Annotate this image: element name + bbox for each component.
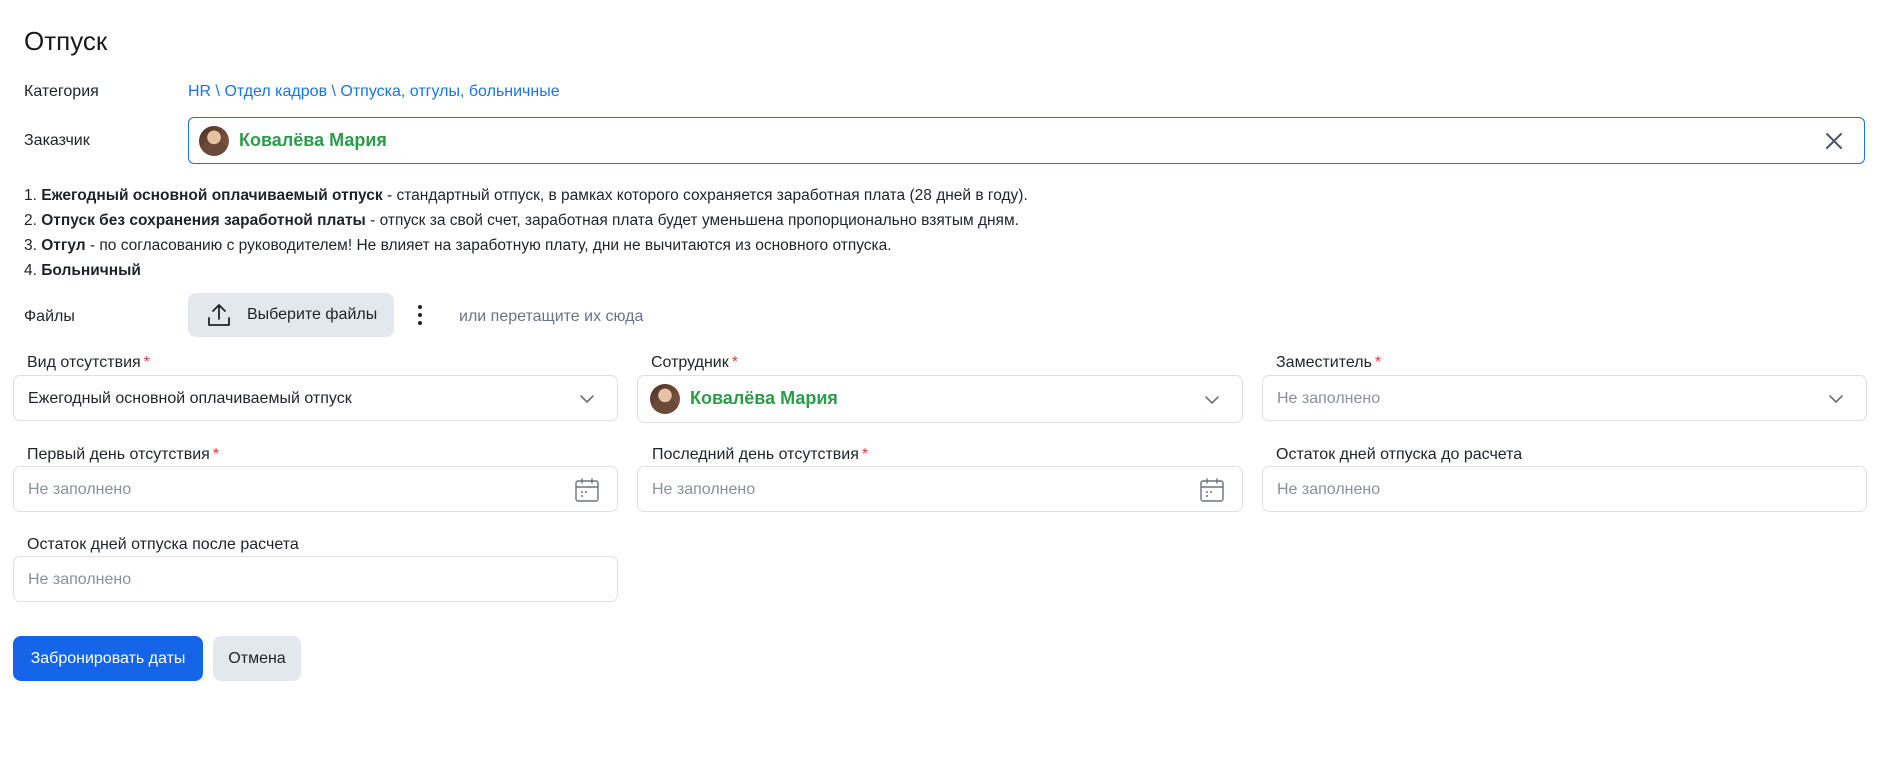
description-line: 3. Отгул - по согласованию с руководител… <box>24 237 892 254</box>
breadcrumb: HR \ Отдел кадров \ Отпуска, отгулы, бол… <box>188 83 560 101</box>
employee-label: Сотрудник * <box>651 354 738 371</box>
breadcrumb-separator: \ <box>327 83 341 100</box>
first-day-label: Первый день отсутствия * <box>27 446 220 463</box>
first-day-input[interactable]: Не заполнено <box>13 466 618 512</box>
chevron-down-icon <box>1829 395 1843 403</box>
balance-after-placeholder: Не заполнено <box>28 571 132 588</box>
balance-after-label: Остаток дней отпуска после расчета <box>27 536 299 553</box>
last-day-placeholder: Не заполнено <box>652 481 756 498</box>
customer-field[interactable]: Ковалёва Мария <box>188 117 1865 164</box>
leave-types-description: 1. Ежегодный основной оплачиваемый отпус… <box>24 183 1028 283</box>
files-label: Файлы <box>24 308 75 325</box>
avatar <box>650 384 680 414</box>
absence-type-value: Ежегодный основной оплачиваемый отпуск <box>28 390 352 407</box>
close-icon[interactable] <box>1822 129 1846 153</box>
book-dates-button[interactable]: Забронировать даты <box>13 636 203 681</box>
absence-type-label: Вид отсутствия * <box>27 354 150 371</box>
first-day-placeholder: Не заполнено <box>28 481 132 498</box>
breadcrumb-separator: \ <box>211 83 225 100</box>
deputy-select[interactable]: Не заполнено <box>1262 375 1867 421</box>
description-line: 1. Ежегодный основной оплачиваемый отпус… <box>24 187 1028 204</box>
more-vertical-icon[interactable] <box>410 302 430 328</box>
description-line: 2. Отпуск без сохранения заработной плат… <box>24 212 1019 229</box>
page-title: Отпуск <box>24 26 108 56</box>
deputy-placeholder: Не заполнено <box>1277 390 1381 407</box>
customer-name: Ковалёва Мария <box>239 130 387 150</box>
category-label: Категория <box>24 83 99 100</box>
balance-before-placeholder: Не заполнено <box>1277 481 1381 498</box>
breadcrumb-item-leave[interactable]: Отпуска, отгулы, больничные <box>340 83 559 100</box>
breadcrumb-item-hr-department[interactable]: Отдел кадров <box>224 83 327 100</box>
calendar-icon[interactable] <box>1199 477 1225 503</box>
absence-type-select[interactable]: Ежегодный основной оплачиваемый отпуск <box>13 375 618 421</box>
cancel-button[interactable]: Отмена <box>213 636 301 681</box>
employee-select[interactable]: Ковалёва Мария <box>637 375 1243 423</box>
deputy-label: Заместитель * <box>1276 354 1382 371</box>
drop-hint: или перетащите их сюда <box>459 308 644 325</box>
balance-after-input[interactable]: Не заполнено <box>13 556 618 602</box>
upload-icon <box>208 304 230 326</box>
calendar-icon[interactable] <box>574 477 600 503</box>
chevron-down-icon <box>1205 396 1219 404</box>
last-day-input[interactable]: Не заполнено <box>637 466 1243 512</box>
employee-name: Ковалёва Мария <box>690 388 838 408</box>
balance-before-input[interactable]: Не заполнено <box>1262 466 1867 512</box>
breadcrumb-item-hr[interactable]: HR <box>188 83 211 100</box>
customer-label: Заказчик <box>24 132 90 149</box>
last-day-label: Последний день отсутствия * <box>652 446 869 463</box>
choose-files-label: Выберите файлы <box>247 306 378 323</box>
chevron-down-icon <box>580 395 594 403</box>
avatar <box>199 126 229 156</box>
description-line: 4. Больничный <box>24 262 141 279</box>
balance-before-label: Остаток дней отпуска до расчета <box>1276 446 1523 463</box>
choose-files-button[interactable]: Выберите файлы <box>188 293 394 337</box>
